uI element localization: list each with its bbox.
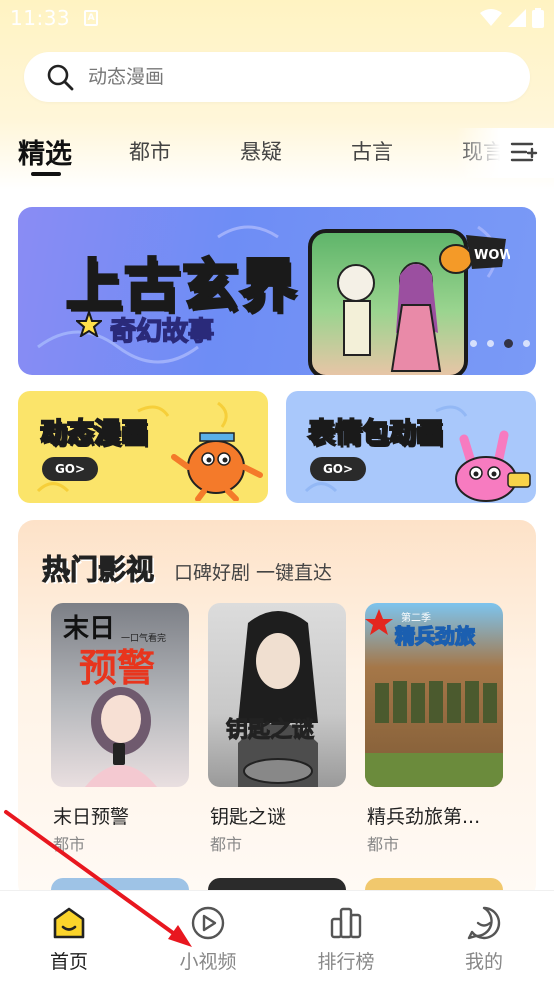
profile-icon [467, 906, 501, 940]
svg-text:WOW: WOW [474, 248, 510, 263]
pagination-dot [487, 340, 494, 347]
category-tabs: 精选 都市 悬疑 古言 现言 [0, 128, 554, 178]
nav-ranking[interactable]: 排行榜 [291, 891, 401, 984]
video-poster[interactable]: 钥匙之谜 [208, 603, 346, 787]
svg-text:第二季: 第二季 [401, 611, 431, 624]
bottom-navigation: 首页 小视频 排行榜 我的 [0, 890, 554, 984]
wow-badge-icon: WOW [439, 235, 510, 274]
search-icon [47, 64, 74, 91]
tab-urban[interactable]: 都市 [129, 136, 171, 166]
video-title[interactable]: 钥匙之谜 [210, 802, 286, 829]
featured-banner[interactable]: 上古玄界 奇幻故事 WOW [18, 207, 536, 375]
video-title[interactable]: 末日预警 [53, 802, 129, 829]
dynamic-comic-card[interactable]: 动态漫画 GO> [18, 391, 268, 503]
tab-featured[interactable]: 精选 [18, 132, 72, 171]
banner-subtitle: 奇幻故事 [109, 316, 215, 348]
banner-pagination [470, 339, 530, 348]
nav-label: 首页 [49, 951, 88, 973]
pagination-dot [470, 340, 477, 347]
status-bar: 11:33 A [0, 0, 554, 36]
go-button[interactable]: GO> [42, 457, 98, 481]
status-time: 11:33 [10, 6, 71, 30]
home-icon [53, 907, 85, 939]
video-genre: 都市 [53, 835, 86, 854]
pagination-dot [523, 340, 530, 347]
nav-home[interactable]: 首页 [14, 891, 124, 984]
nav-short-video[interactable]: 小视频 [153, 891, 263, 984]
svg-text:精兵劲旅: 精兵劲旅 [395, 624, 475, 648]
search-bar[interactable] [24, 52, 530, 102]
video-title[interactable]: 精兵劲旅第... [367, 802, 480, 829]
app-notification-icon: A [84, 10, 99, 26]
video-poster[interactable]: 末日 一口气看完 预警 [51, 603, 189, 787]
play-icon [191, 906, 225, 940]
orange-mascot-icon [171, 432, 263, 501]
video-genre: 都市 [367, 835, 400, 854]
nav-label: 排行榜 [317, 951, 375, 973]
star-icon [76, 311, 102, 337]
tab-ancient-romance[interactable]: 古言 [351, 136, 393, 166]
search-input[interactable] [88, 66, 468, 88]
ranking-icon [330, 907, 362, 939]
svg-text:预警: 预警 [79, 646, 155, 690]
tab-suspense[interactable]: 悬疑 [240, 136, 282, 166]
nav-label: 小视频 [179, 951, 237, 973]
pagination-dot-active [504, 339, 513, 348]
wifi-icon [480, 9, 502, 26]
nav-profile[interactable]: 我的 [429, 891, 539, 984]
nav-label: 我的 [464, 951, 503, 973]
category-menu-icon[interactable] [510, 138, 538, 166]
section-title: 热门影视 [41, 553, 155, 587]
active-tab-indicator [31, 172, 61, 176]
hot-videos-section: 热门影视 口碑好剧 一键直达 末日 一口气看完 预警 末日预警 都市 钥匙之谜 … [18, 520, 536, 900]
battery-icon [532, 8, 544, 28]
promo-label: 表情包动画 [307, 417, 444, 450]
promo-label: 动态漫画 [39, 417, 149, 450]
banner-title: 上古玄界 [65, 253, 298, 321]
section-subtitle: 口碑好剧 一键直达 [174, 562, 333, 584]
pink-rabbit-mascot-icon [455, 430, 531, 502]
svg-text:钥匙之谜: 钥匙之谜 [226, 717, 314, 743]
svg-text:末日: 末日 [63, 614, 115, 644]
meme-animation-card[interactable]: 表情包动画 GO> [286, 391, 536, 503]
go-button[interactable]: GO> [310, 457, 366, 481]
svg-text:一口气看完: 一口气看完 [121, 632, 166, 644]
video-genre: 都市 [210, 835, 243, 854]
signal-icon [508, 9, 526, 27]
video-poster[interactable]: 第二季 精兵劲旅 [365, 603, 503, 787]
